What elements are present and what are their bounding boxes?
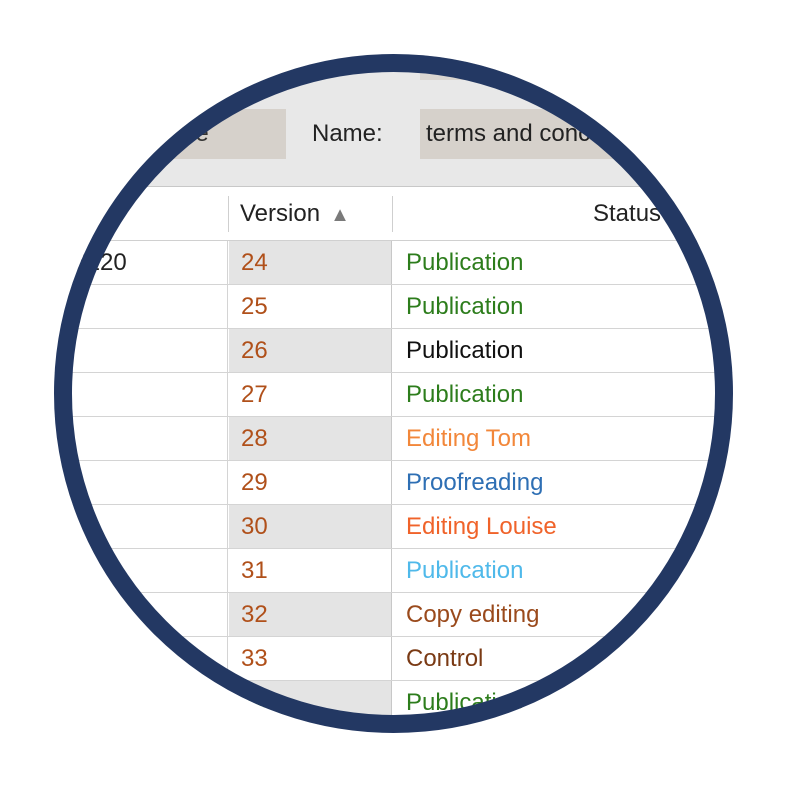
cell-version: 30 xyxy=(229,505,392,548)
left-filter-value: le xyxy=(190,120,209,147)
cell-status: Publication xyxy=(406,293,524,320)
cell-id xyxy=(54,593,228,636)
top-field[interactable] xyxy=(420,54,733,80)
version-header-label: Version xyxy=(240,200,321,227)
cell-status: Publication xyxy=(406,249,524,276)
cell-status: Editing Tom xyxy=(406,425,531,452)
cell-status: Control xyxy=(406,645,484,672)
cell-id xyxy=(54,637,228,680)
table-row[interactable]: 26 Publication xyxy=(54,329,733,373)
cell-version: 24 xyxy=(229,241,392,284)
cell-version: 25 xyxy=(229,285,392,328)
table-row[interactable]: 31 Publication xyxy=(54,549,733,593)
sort-ascending-icon: ▲ xyxy=(330,204,350,226)
cell-status: Publication xyxy=(406,557,524,584)
cell-id xyxy=(54,373,228,416)
column-divider[interactable] xyxy=(392,196,393,232)
table-row[interactable]: 33 Control xyxy=(54,637,733,681)
table-row[interactable]: 30 Editing Louise xyxy=(54,505,733,549)
cell-version: 33 xyxy=(229,637,392,680)
name-input[interactable] xyxy=(420,109,733,159)
cell-id xyxy=(54,417,228,460)
table-row[interactable]: 34 Publication xyxy=(54,681,733,725)
magnifier-lens: le Name: Version ▲ Status 0622024 Publicat… xyxy=(54,54,733,733)
column-divider[interactable] xyxy=(228,196,229,232)
cell-id xyxy=(54,681,228,724)
column-header-version[interactable]: Version ▲ xyxy=(240,188,350,240)
cell-status: Publication xyxy=(406,381,524,408)
table-row[interactable]: 27 Publication xyxy=(54,373,733,417)
table-row[interactable]: 32 Copy editing xyxy=(54,593,733,637)
cell-version: 26 xyxy=(229,329,392,372)
cell-id: 06220 xyxy=(54,241,228,284)
cell-status: Publication xyxy=(406,689,524,716)
name-label: Name: xyxy=(312,120,383,147)
cell-version: 27 xyxy=(229,373,392,416)
cell-version: 31 xyxy=(229,549,392,592)
table-row[interactable]: 28 Editing Tom xyxy=(54,417,733,461)
column-header-status[interactable]: Status xyxy=(593,188,661,240)
cell-version: 32 xyxy=(229,593,392,636)
zoomed-view: le Name: Version ▲ Status 0622024 Publicat… xyxy=(54,54,733,733)
cell-status: Proofreading xyxy=(406,469,544,496)
cell-id xyxy=(54,549,228,592)
cell-id xyxy=(54,461,228,504)
table-row[interactable]: 29 Proofreading xyxy=(54,461,733,505)
cell-id xyxy=(54,285,228,328)
cell-status: Copy editing xyxy=(406,601,540,628)
cell-status: Publication xyxy=(406,337,524,364)
table-header: Version ▲ Status xyxy=(54,188,733,241)
cell-id xyxy=(54,505,228,548)
table-row[interactable]: 06220 24 Publication xyxy=(54,241,733,285)
table-row[interactable]: 25 Publication xyxy=(54,285,733,329)
cell-id xyxy=(54,329,228,372)
cell-status: Editing Louise xyxy=(406,513,557,540)
cell-version: 34 xyxy=(229,681,392,724)
cell-version: 29 xyxy=(229,461,392,504)
cell-version: 28 xyxy=(229,417,392,460)
left-filter-field[interactable]: le xyxy=(60,109,286,159)
